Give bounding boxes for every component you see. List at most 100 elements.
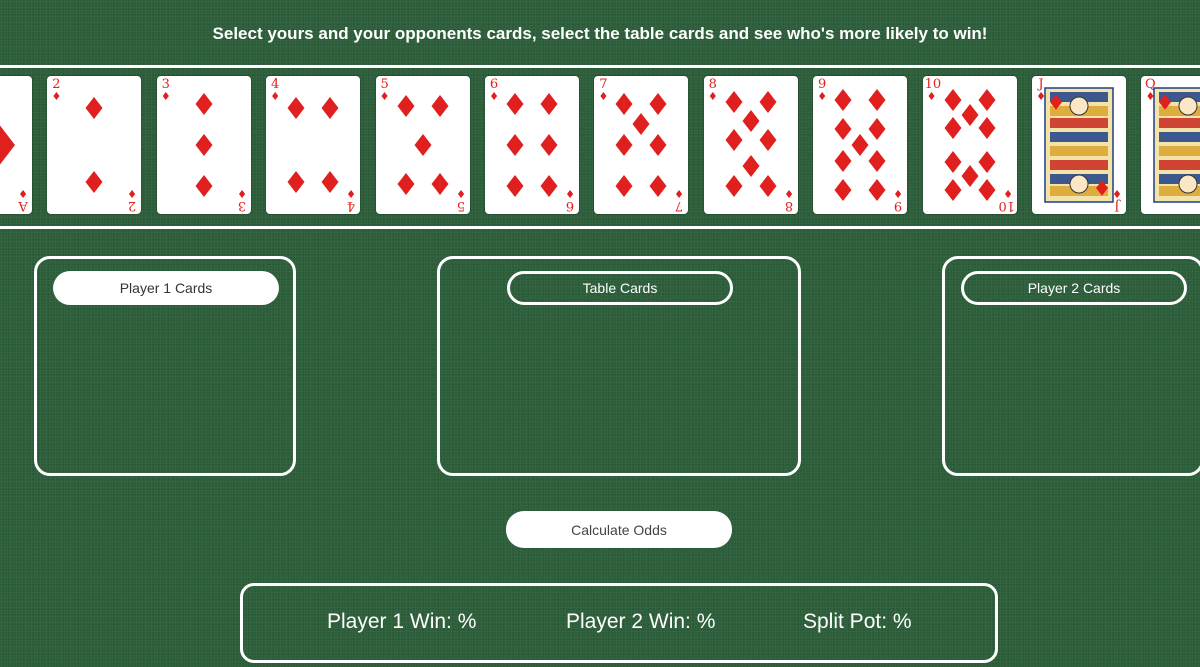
- deck-card[interactable]: J ♦ J ♦: [1032, 76, 1126, 214]
- diamond-icon: [0, 125, 15, 165]
- split-pot-result: Split Pot: %: [803, 610, 912, 633]
- diamond-icon: [978, 150, 996, 174]
- card-face: [85, 96, 103, 194]
- player-1-cards-label[interactable]: Player 1 Cards: [53, 271, 279, 305]
- card-face: [1153, 87, 1200, 203]
- player-2-cards-label[interactable]: Player 2 Cards: [961, 271, 1187, 305]
- diamond-icon: [834, 178, 852, 202]
- card-face: [725, 90, 777, 198]
- deck-card[interactable]: Q♦Q♦: [1141, 76, 1200, 214]
- diamond-icon: [397, 94, 415, 118]
- face-card-head: [1069, 174, 1089, 194]
- card-face: [195, 92, 213, 198]
- deck-card[interactable]: 9 ♦ 9 ♦: [813, 76, 908, 214]
- diamond-icon: [961, 103, 979, 127]
- card-face: [506, 92, 558, 198]
- player-2-cards-panel[interactable]: Player 2 Cards: [942, 256, 1200, 476]
- diamond-icon: [725, 174, 743, 198]
- face-card-head: [1069, 96, 1089, 116]
- card-face: [944, 88, 996, 202]
- diamond-icon: [632, 112, 650, 136]
- diamond-icon: [944, 150, 962, 174]
- instructions-text: Select yours and your opponents cards, s…: [212, 24, 988, 43]
- diamond-icon: [615, 92, 633, 116]
- deck-card[interactable]: 3 ♦ 3 ♦: [156, 76, 251, 214]
- face-card-head: [1178, 174, 1198, 194]
- diamond-icon: [287, 170, 305, 194]
- diamond-icon: [195, 133, 213, 157]
- diamond-icon: [85, 170, 103, 194]
- card-face: [287, 96, 339, 194]
- diamond-icon: [978, 88, 996, 112]
- deck-card[interactable]: A♦A♦: [0, 76, 32, 214]
- diamond-icon: [944, 116, 962, 140]
- diamond-icon: [540, 133, 558, 157]
- diamond-icon: [759, 174, 777, 198]
- diamond-icon: [397, 172, 415, 196]
- diamond-icon: [944, 178, 962, 202]
- player-1-cards-panel[interactable]: Player 1 Cards: [34, 256, 296, 476]
- player-2-win-result: Player 2 Win: %: [566, 610, 716, 633]
- card-face: [1044, 87, 1114, 203]
- diamond-icon: [506, 133, 524, 157]
- diamond-icon: [978, 116, 996, 140]
- diamond-icon: [287, 96, 305, 120]
- face-card-robe-band: [1159, 118, 1200, 128]
- table-cards-label[interactable]: Table Cards: [507, 271, 733, 305]
- face-card-robe-band: [1050, 118, 1108, 128]
- deck-card[interactable]: 2 ♦ 2 ♦: [47, 76, 142, 214]
- diamond-icon: [961, 164, 979, 188]
- diamond-icon: [978, 178, 996, 202]
- diamond-icon: [868, 178, 886, 202]
- diamond-icon: [431, 94, 449, 118]
- diamond-icon: [506, 174, 524, 198]
- diamond-icon: [868, 88, 886, 112]
- player-1-win-result: Player 1 Win: %: [327, 610, 477, 633]
- deck-card[interactable]: 8 ♦ 8 ♦: [703, 76, 798, 214]
- diamond-icon: [615, 133, 633, 157]
- face-card-robe-band: [1159, 132, 1200, 142]
- face-card-robe-band: [1050, 160, 1108, 170]
- diamond-icon: [506, 92, 524, 116]
- diamond-icon: [868, 117, 886, 141]
- diamond-icon: [649, 92, 667, 116]
- deck-card[interactable]: 6 ♦ 6 ♦: [485, 76, 579, 214]
- diamond-icon: [321, 96, 339, 120]
- deck-card[interactable]: 5 ♦ 5 ♦: [375, 76, 470, 214]
- diamond-icon: [742, 154, 760, 178]
- diamond-icon: [540, 92, 558, 116]
- face-card-robe-band: [1050, 146, 1108, 156]
- diamond-icon: [615, 174, 633, 198]
- card-face: [834, 88, 886, 202]
- diamond-icon: [944, 88, 962, 112]
- diamond-icon: [540, 174, 558, 198]
- deck-card[interactable]: 4 ♦ 4 ♦: [266, 76, 361, 214]
- diamond-icon: [834, 149, 852, 173]
- deck-card[interactable]: 10 ♦ 10 ♦: [922, 76, 1017, 214]
- card-deck-track: A♦A♦ 2♦2♦3♦3♦4♦4♦5♦5♦6♦6♦7♦7♦8♦8♦9♦9♦10♦1…: [0, 76, 1200, 216]
- diamond-icon: [414, 133, 432, 157]
- diamond-icon: [742, 109, 760, 133]
- table-cards-panel[interactable]: Table Cards: [437, 256, 801, 476]
- diamond-icon: [195, 92, 213, 116]
- card-face: [0, 125, 15, 165]
- card-face: [397, 94, 449, 196]
- diamond-icon: [868, 149, 886, 173]
- diamond-icon: [725, 128, 743, 152]
- diamond-icon: [725, 90, 743, 114]
- face-card-head: [1178, 96, 1198, 116]
- card-deck-strip[interactable]: A♦A♦ 2♦2♦3♦3♦4♦4♦5♦5♦6♦6♦7♦7♦8♦8♦9♦9♦10♦1…: [0, 65, 1200, 229]
- deck-card[interactable]: 7 ♦ 7 ♦: [594, 76, 689, 214]
- diamond-icon: [834, 88, 852, 112]
- calculate-odds-button[interactable]: Calculate Odds: [506, 511, 732, 548]
- face-card-robe-band: [1050, 132, 1108, 142]
- face-card-robe-band: [1159, 146, 1200, 156]
- diamond-icon: [851, 133, 869, 157]
- diamond-icon: [759, 90, 777, 114]
- diamond-icon: [431, 172, 449, 196]
- diamond-icon: [649, 133, 667, 157]
- face-card-robe-band: [1159, 160, 1200, 170]
- results-panel: Player 1 Win: % Player 2 Win: % Split Po…: [240, 583, 998, 663]
- diamond-icon: [759, 128, 777, 152]
- card-face: [615, 92, 667, 198]
